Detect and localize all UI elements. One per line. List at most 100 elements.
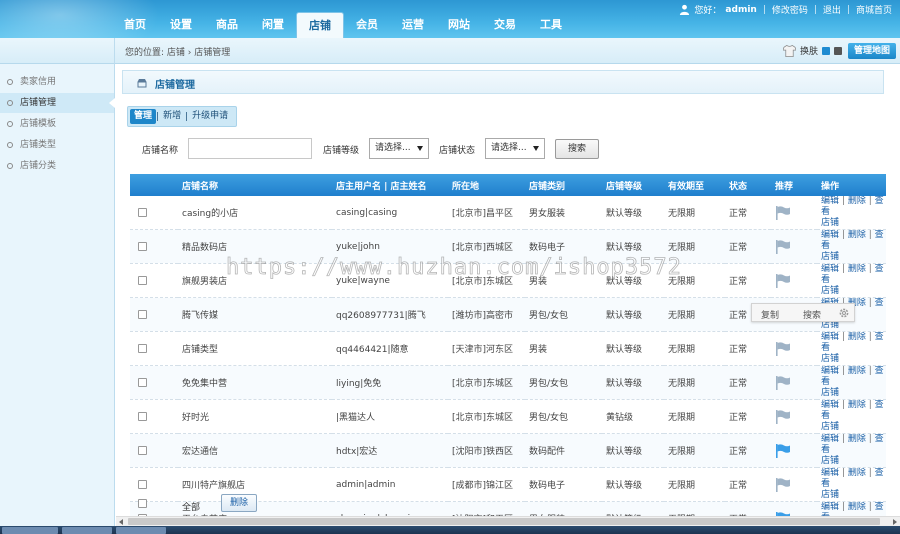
nav-tab-tools[interactable]: 工具	[528, 12, 574, 38]
scroll-right-icon[interactable]	[893, 519, 897, 525]
nav-tab-settings[interactable]: 设置	[158, 12, 204, 38]
taskbar-item[interactable]	[2, 527, 58, 534]
search-menu-item[interactable]: 搜索	[803, 308, 821, 321]
logout-link[interactable]: 退出	[823, 3, 841, 16]
row-checkbox[interactable]	[138, 377, 147, 387]
mall-home-link[interactable]: 商城首页	[856, 3, 892, 16]
select-all-checkbox[interactable]	[138, 499, 147, 508]
cell-owner: yuke|john	[332, 229, 448, 264]
tab-upgrade[interactable]: 升级申请	[188, 109, 232, 124]
nav-tab-store[interactable]: 店铺	[296, 12, 344, 38]
username: admin	[725, 4, 757, 15]
delete-link[interactable]: 删除	[848, 468, 866, 478]
store-table: 店铺名称 店主用户名 | 店主姓名 所在地 店铺类别 店铺等级 有效期至 状态 …	[130, 174, 886, 534]
nav-tab-home[interactable]: 首页	[112, 12, 158, 38]
flag-icon[interactable]	[775, 477, 791, 492]
cell-location: [北京市]东城区	[448, 399, 525, 434]
skin-swatch-blue[interactable]	[822, 46, 830, 55]
edit-link[interactable]: 编辑	[821, 366, 839, 376]
taskbar-item[interactable]	[62, 527, 112, 534]
edit-link[interactable]: 编辑	[821, 230, 839, 240]
store-link[interactable]: 店铺	[821, 422, 839, 432]
manage-map-button[interactable]: 管理地图	[847, 43, 896, 59]
row-checkbox[interactable]	[138, 343, 147, 353]
edit-link[interactable]: 编辑	[821, 434, 839, 444]
nav-tab-idle[interactable]: 闲置	[250, 12, 296, 38]
separator: |	[813, 4, 817, 15]
delete-link[interactable]: 删除	[848, 264, 866, 274]
delete-link[interactable]: 删除	[848, 230, 866, 240]
flag-icon[interactable]	[775, 375, 791, 390]
nav-tab-goods[interactable]: 商品	[204, 12, 250, 38]
delete-link[interactable]: 删除	[848, 434, 866, 444]
skin-swatch-gray[interactable]	[834, 46, 842, 55]
delete-link[interactable]: 删除	[848, 196, 866, 206]
sidebar-item-label: 店铺分类	[20, 161, 57, 171]
store-link[interactable]: 店铺	[821, 286, 839, 296]
store-link[interactable]: 店铺	[821, 456, 839, 466]
row-checkbox[interactable]	[138, 275, 147, 285]
cell-category: 数码配件	[525, 433, 602, 468]
nav-tab-website[interactable]: 网站	[436, 12, 482, 38]
edit-link[interactable]: 编辑	[821, 264, 839, 274]
row-checkbox[interactable]	[138, 207, 147, 217]
edit-link[interactable]: 编辑	[821, 400, 839, 410]
row-checkbox[interactable]	[138, 309, 147, 319]
skin-label[interactable]: 换肤	[800, 44, 818, 57]
cell-owner: |黑猫达人	[332, 399, 448, 434]
edit-link[interactable]: 编辑	[821, 332, 839, 342]
horizontal-scrollbar[interactable]	[116, 516, 900, 526]
nav-tab-member[interactable]: 会员	[344, 12, 390, 38]
separator: |	[841, 400, 845, 410]
separator: |	[868, 400, 872, 410]
taskbar-item[interactable]	[116, 527, 166, 534]
row-checkbox[interactable]	[138, 241, 147, 251]
delete-link[interactable]: 删除	[848, 332, 866, 342]
delete-link[interactable]: 删除	[848, 400, 866, 410]
row-checkbox[interactable]	[138, 445, 147, 455]
gear-icon[interactable]	[838, 307, 850, 319]
store-status-select[interactable]: 请选择...	[485, 138, 545, 159]
flag-icon[interactable]	[775, 273, 791, 288]
sidebar-item-store-manage[interactable]: 店铺管理	[0, 93, 115, 113]
flag-icon[interactable]	[775, 409, 791, 424]
row-checkbox[interactable]	[138, 479, 147, 489]
store-link[interactable]: 店铺	[821, 354, 839, 364]
tab-manage[interactable]: 管理	[130, 109, 157, 124]
copy-menu-item[interactable]: 复制	[761, 308, 779, 321]
store-name-label: 店铺名称	[142, 146, 179, 156]
row-checkbox-cell	[130, 433, 178, 468]
cell-operations: 编辑 | 删除 | 查看店铺	[817, 365, 886, 400]
sidebar-item-store-category[interactable]: 店铺分类	[0, 156, 114, 176]
flag-icon[interactable]	[775, 443, 791, 458]
cell-name: 店铺类型	[178, 331, 332, 366]
sidebar-item-store-template[interactable]: 店铺模板	[0, 114, 114, 134]
nav-tab-operation[interactable]: 运营	[390, 12, 436, 38]
tab-add[interactable]: 新增	[159, 109, 185, 124]
store-link[interactable]: 店铺	[821, 252, 839, 262]
sidebar-item-seller-credit[interactable]: 卖家信用	[0, 72, 114, 92]
store-level-select[interactable]: 请选择...	[369, 138, 429, 159]
store-level-value: 请选择...	[375, 143, 411, 153]
delete-link[interactable]: 删除	[848, 366, 866, 376]
scroll-left-icon[interactable]	[119, 519, 123, 525]
row-checkbox[interactable]	[138, 411, 147, 421]
cell-category: 男女服装	[525, 196, 602, 230]
scrollbar-thumb[interactable]	[128, 518, 880, 525]
cell-location: [北京市]西城区	[448, 229, 525, 264]
flag-icon[interactable]	[775, 341, 791, 356]
store-link[interactable]: 店铺	[821, 218, 839, 228]
edit-link[interactable]: 编辑	[821, 196, 839, 206]
nav-tab-trade[interactable]: 交易	[482, 12, 528, 38]
store-name-input[interactable]	[188, 138, 312, 159]
batch-delete-button[interactable]: 删除	[221, 494, 257, 512]
change-password-link[interactable]: 修改密码	[772, 3, 808, 16]
store-link[interactable]: 店铺	[821, 388, 839, 398]
cell-expire: 无限期	[664, 263, 725, 298]
search-button[interactable]: 搜索	[555, 139, 599, 159]
flag-icon[interactable]	[775, 205, 791, 220]
edit-link[interactable]: 编辑	[821, 468, 839, 478]
flag-icon[interactable]	[775, 239, 791, 254]
sidebar-item-store-type[interactable]: 店铺类型	[0, 135, 114, 155]
greeting-label: 您好：	[694, 6, 722, 16]
